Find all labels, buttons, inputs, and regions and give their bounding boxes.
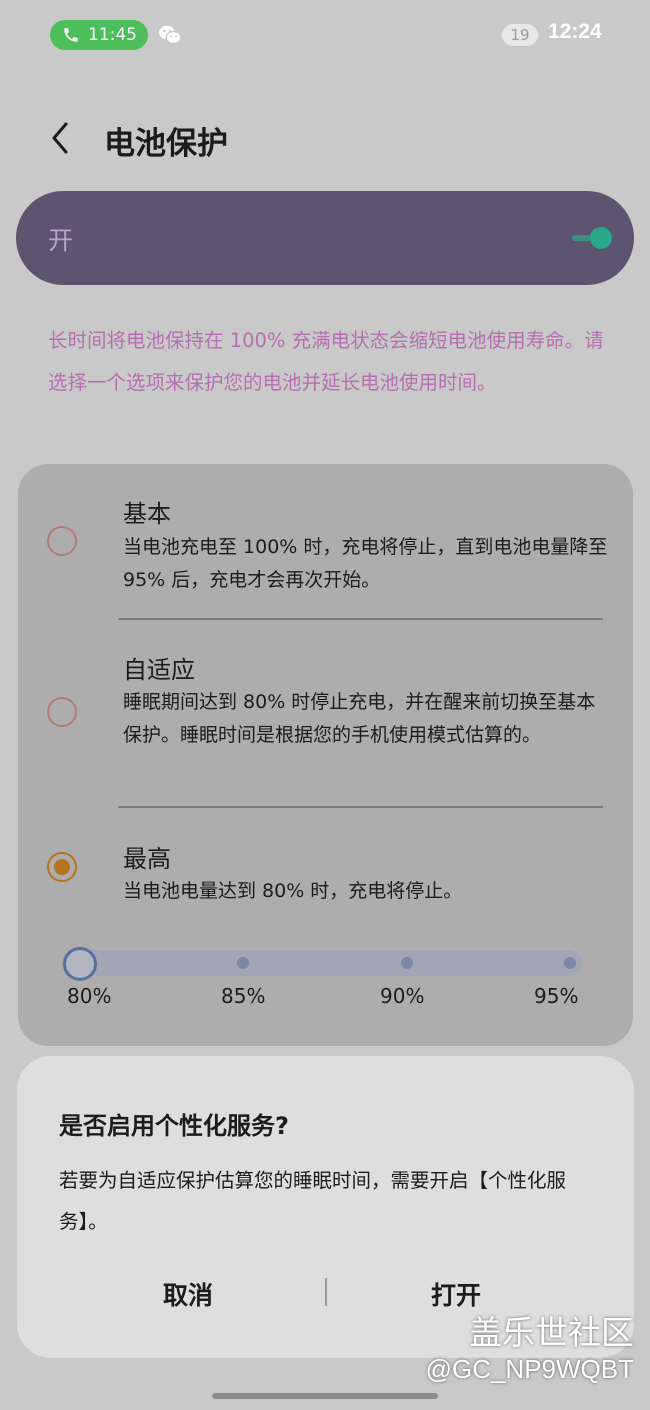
page-title: 电池保护 [104,126,228,162]
home-indicator[interactable] [212,1393,438,1399]
back-arrow-icon[interactable] [46,118,76,158]
option-title: 自适应 [123,656,195,684]
slider-tick-label: 80% [67,984,112,1008]
slider-thumb[interactable] [63,947,97,981]
watermark-community: 盖乐世社区 [469,1313,634,1352]
radio-basic[interactable] [47,526,77,556]
option-description: 当电池充电至 100% 时，充电将停止，直到电池电量降至 95% 后，充电才会再… [123,536,608,591]
dialog-title: 是否启用个性化服务? [59,1112,289,1140]
divider [118,806,603,808]
toggle-knob [590,227,612,249]
status-bar: 11:45 19 12:24 [0,18,650,54]
slider-step-dot [401,957,413,969]
protection-description: 长时间将电池保持在 100% 充满电状态会缩短电池使用寿命。请选择一个选项来保护… [48,329,604,394]
protection-options-card: 基本 当电池充电至 100% 时，充电将停止，直到电池电量降至 95% 后，充电… [18,464,633,1046]
call-time: 11:45 [88,25,137,45]
cancel-button[interactable]: 取消 [163,1276,213,1312]
slider-rail [62,950,582,976]
divider [118,618,603,620]
dialog-body: 若要为自适应保护估算您的睡眠时间，需要开启【个性化服务】。 [59,1169,567,1233]
charge-limit-slider[interactable] [62,947,582,981]
status-clock: 12:24 [548,20,602,43]
wechat-icon [159,25,182,45]
option-description: 当电池电量达到 80% 时，充电将停止。 [123,880,463,902]
toggle-switch[interactable] [572,227,614,249]
ongoing-call-pill[interactable]: 11:45 [50,20,148,50]
watermark-user: @GC_NP9WQBT [425,1354,634,1384]
battery-protection-master-switch[interactable]: 开 [16,191,634,285]
slider-tick-label: 95% [534,984,579,1008]
phone-icon [64,28,78,42]
notification-count-badge: 19 [502,24,538,46]
button-separator [325,1278,327,1306]
slider-step-dot [564,957,576,969]
slider-tick-label: 85% [221,984,266,1008]
slider-tick-label: 90% [380,984,425,1008]
slider-step-dot [237,957,249,969]
radio-maximum-selected[interactable] [47,852,77,882]
option-title: 最高 [123,845,171,873]
option-title: 基本 [123,500,171,528]
radio-adaptive[interactable] [47,697,77,727]
master-switch-label: 开 [48,226,74,255]
option-description: 睡眠期间达到 80% 时停止充电，并在醒来前切换至基本保护。睡眠时间是根据您的手… [123,691,596,746]
